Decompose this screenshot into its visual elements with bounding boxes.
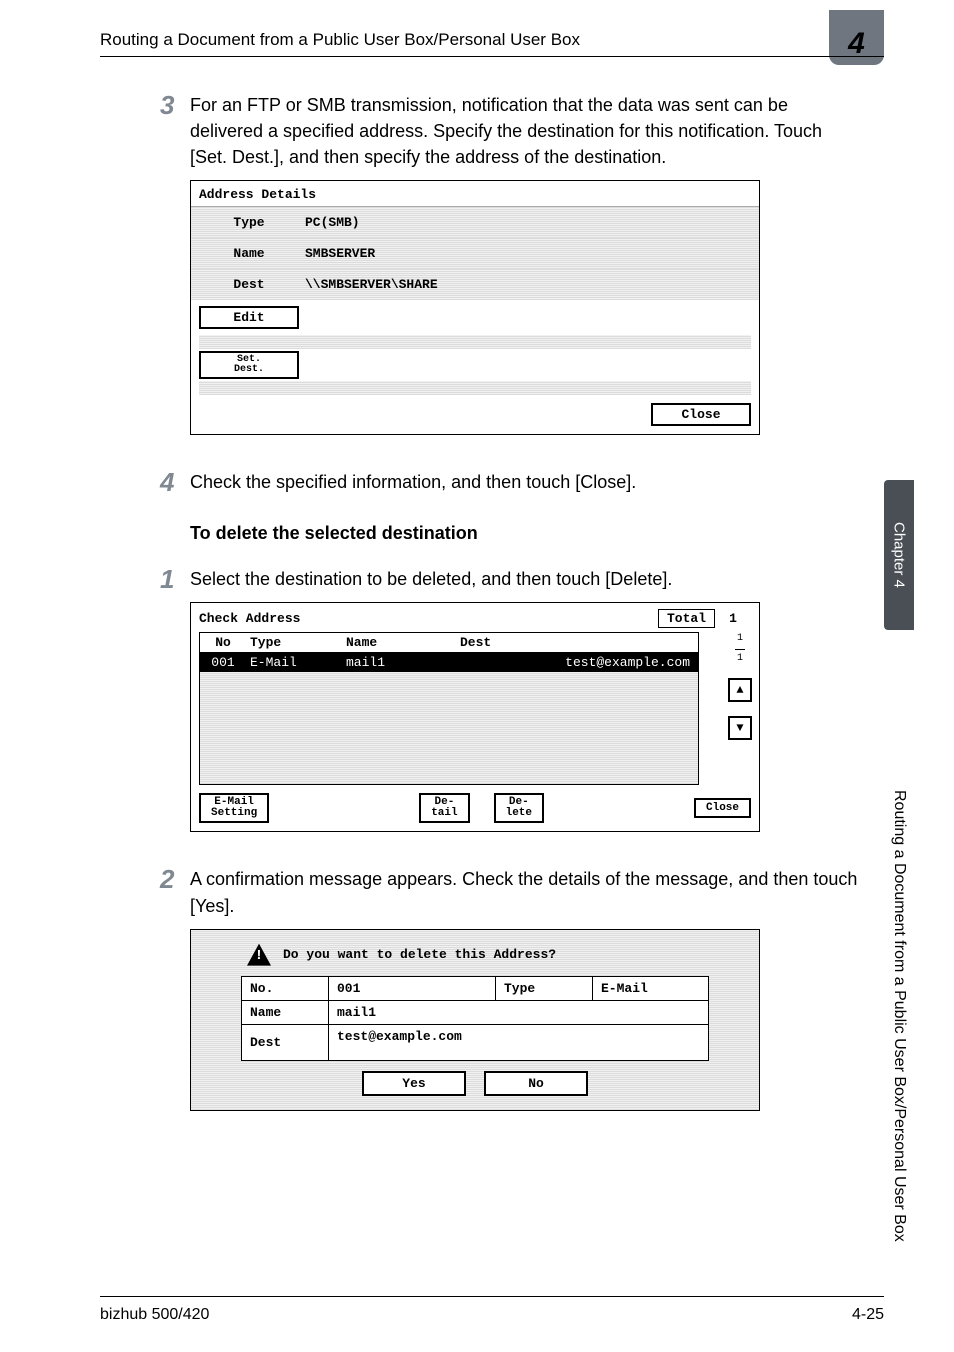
type-value: PC(SMB) [299,213,751,232]
alert-icon [247,944,271,966]
name-value: mail1 [329,1001,708,1024]
no-button[interactable]: No [484,1071,588,1096]
close-button[interactable]: Close [651,403,751,426]
chapter-tab: Chapter 4 [884,480,914,630]
step-4: 4 Check the specified information, and t… [100,469,860,495]
detail-button[interactable]: De- tail [419,793,469,823]
header-rule [100,56,884,57]
dest-label: Dest [242,1025,329,1060]
subheading-delete-destination: To delete the selected destination [190,523,860,544]
address-row-selected[interactable]: 001 E-Mail mail1 test@example.com [200,653,698,672]
col-name: Name [342,633,456,652]
no-value: 001 [329,977,496,1000]
dialog-title: Check Address [199,611,658,626]
running-head: Routing a Document from a Public User Bo… [100,30,580,50]
total-value: 1 [715,611,751,626]
dest-value: \\SMBSERVER\SHARE [299,275,751,294]
edit-button[interactable]: Edit [199,306,299,329]
step-text: A confirmation message appears. Check th… [190,866,860,918]
yes-button[interactable]: Yes [362,1071,466,1096]
address-row-blank [200,700,698,728]
type-label: Type [496,977,593,1000]
step-text: Select the destination to be deleted, an… [190,566,860,592]
name-value: SMBSERVER [299,244,751,263]
step-number: 1 [100,566,190,592]
check-address-dialog: Check Address Total 1 No Type Name Dest … [190,602,760,832]
type-value: E-Mail [593,977,708,1000]
col-type: Type [246,633,342,652]
delete-button[interactable]: De- lete [494,793,544,823]
cell-name: mail1 [342,655,456,670]
step-3: 3 For an FTP or SMB transmission, notifi… [100,92,860,170]
cell-no: 001 [200,655,246,670]
confirm-delete-dialog: Do you want to delete this Address? No. … [190,929,760,1111]
dest-value: test@example.com [329,1025,708,1060]
scroll-down-button[interactable]: ▼ [728,716,752,740]
col-dest: Dest [456,633,698,652]
address-row-blank [200,672,698,700]
cell-type: E-Mail [246,655,342,670]
scroll-up-button[interactable]: ▲ [728,678,752,702]
chapter-side-title: Routing a Document from a Public User Bo… [884,640,914,1252]
col-no: No [200,633,246,652]
address-row-blank [200,756,698,784]
email-setting-button[interactable]: E-Mail Setting [199,793,269,823]
address-details-dialog: Address Details Type PC(SMB) Name SMBSER… [190,180,760,435]
name-label: Name [242,1001,329,1024]
set-dest-button[interactable]: Set. Dest. [199,351,299,379]
dest-label: Dest [199,275,299,294]
dialog-title: Address Details [191,181,759,207]
no-label: No. [242,977,329,1000]
confirm-message: Do you want to delete this Address? [283,947,556,962]
close-button[interactable]: Close [694,798,751,818]
step-number: 4 [100,469,190,495]
footer-page-number: 4-25 [852,1306,884,1324]
name-label: Name [199,244,299,263]
address-row-blank [200,728,698,756]
column-headers: No Type Name Dest [199,632,699,653]
step-number: 3 [100,92,190,118]
footer-model: bizhub 500/420 [100,1306,209,1324]
footer-rule [100,1296,884,1297]
page-indicator: 11 [735,634,745,664]
step-number: 2 [100,866,190,892]
step-text: For an FTP or SMB transmission, notifica… [190,92,860,170]
total-label: Total [658,609,715,628]
cell-dest: test@example.com [456,655,698,670]
delete-step-1: 1 Select the destination to be deleted, … [100,566,860,592]
step-text: Check the specified information, and the… [190,469,860,495]
type-label: Type [199,213,299,232]
confirm-details-table: No. 001 Type E-Mail Name mail1 Dest test… [241,976,709,1061]
delete-step-2: 2 A confirmation message appears. Check … [100,866,860,918]
